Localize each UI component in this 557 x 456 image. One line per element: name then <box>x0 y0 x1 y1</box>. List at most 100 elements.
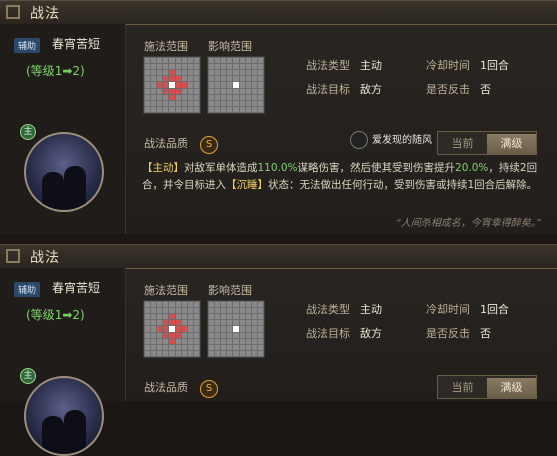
range-cell <box>175 326 181 332</box>
range-cell <box>209 76 215 82</box>
range-cell <box>181 70 187 76</box>
range-cell <box>145 314 151 320</box>
tab-current[interactable]: 当前 <box>438 378 487 398</box>
cast-range-grid <box>143 56 201 114</box>
range-cell <box>209 314 215 320</box>
range-cell <box>251 350 257 356</box>
range-cell <box>187 320 193 326</box>
range-cell <box>251 308 257 314</box>
range-cell <box>221 344 227 350</box>
range-cell <box>175 94 181 100</box>
range-cell <box>233 70 239 76</box>
range-cell <box>251 58 257 64</box>
panel-titlebar: 战法 <box>0 245 557 269</box>
range-cell <box>145 64 151 70</box>
range-cell <box>163 338 169 344</box>
range-cell <box>175 58 181 64</box>
range-cell <box>145 82 151 88</box>
range-cell <box>257 344 263 350</box>
effect-range-grid <box>207 300 265 358</box>
panel-title: 战法 <box>30 6 60 22</box>
range-cell <box>227 338 233 344</box>
range-cell <box>181 326 187 332</box>
range-cell <box>169 100 175 106</box>
support-tag: 辅助 <box>14 282 41 297</box>
panel-titlebar: 战法 <box>0 1 557 25</box>
range-cell <box>239 338 245 344</box>
corner-ornament-icon <box>6 249 20 263</box>
range-cell <box>163 100 169 106</box>
range-cell <box>227 94 233 100</box>
skill-description: 【主动】对敌军单体造成110.0%谋略伤害，然后使其受到伤害提升20.0%，持续… <box>142 162 538 191</box>
arrow-right-icon: ➡ <box>62 64 73 78</box>
range-cell <box>251 94 257 100</box>
range-cell <box>193 302 199 308</box>
range-cell <box>151 326 157 332</box>
range-cell <box>181 106 187 112</box>
range-cell <box>163 344 169 350</box>
range-cell <box>239 302 245 308</box>
range-cell <box>209 344 215 350</box>
range-cell <box>175 350 181 356</box>
range-cell <box>239 314 245 320</box>
range-cell <box>157 314 163 320</box>
range-cell <box>257 58 263 64</box>
tab-max-level[interactable]: 满级 <box>487 378 536 398</box>
range-cell <box>233 332 239 338</box>
range-cell <box>215 314 221 320</box>
range-cell <box>169 350 175 356</box>
range-cell <box>227 106 233 112</box>
range-cell <box>215 76 221 82</box>
range-cell <box>175 70 181 76</box>
range-cell <box>245 344 251 350</box>
range-cell <box>157 332 163 338</box>
range-cell <box>251 106 257 112</box>
range-cell <box>233 302 239 308</box>
range-cell <box>193 320 199 326</box>
range-cell <box>233 64 239 70</box>
range-cell <box>169 76 175 82</box>
range-cell <box>145 338 151 344</box>
quality-s-icon: S <box>200 380 218 398</box>
range-cell <box>163 76 169 82</box>
range-cell <box>175 338 181 344</box>
level-upgrade: (等级1➡2) <box>26 308 85 322</box>
range-cell <box>145 302 151 308</box>
range-cell <box>169 338 175 344</box>
range-cell <box>257 338 263 344</box>
range-cell <box>233 320 239 326</box>
range-cell <box>209 88 215 94</box>
range-cell <box>257 308 263 314</box>
range-cell <box>251 326 257 332</box>
range-cell <box>169 326 175 332</box>
range-cell <box>209 308 215 314</box>
skill-name: 春宵苦短 <box>52 281 101 295</box>
quality-row: 战法品质 S <box>144 379 218 398</box>
range-cell <box>193 94 199 100</box>
range-cell <box>157 326 163 332</box>
range-cell <box>187 70 193 76</box>
range-cell <box>209 326 215 332</box>
quality-row: 战法品质 S <box>144 135 218 154</box>
range-cell <box>157 338 163 344</box>
range-cell <box>239 82 245 88</box>
range-cell <box>169 88 175 94</box>
range-cell <box>193 308 199 314</box>
range-cell <box>215 94 221 100</box>
tab-max-level[interactable]: 满级 <box>487 134 536 154</box>
tab-current[interactable]: 当前 <box>438 134 487 154</box>
range-cell <box>187 82 193 88</box>
range-cell <box>239 88 245 94</box>
range-cell <box>251 344 257 350</box>
range-cell <box>151 76 157 82</box>
range-cell <box>257 88 263 94</box>
range-cell <box>151 338 157 344</box>
range-cell <box>157 350 163 356</box>
range-cell <box>245 76 251 82</box>
range-cell <box>215 70 221 76</box>
hero-avatar[interactable] <box>24 376 104 456</box>
range-cell <box>245 326 251 332</box>
range-cell <box>151 94 157 100</box>
hero-avatar[interactable] <box>24 132 104 212</box>
range-cell <box>245 88 251 94</box>
